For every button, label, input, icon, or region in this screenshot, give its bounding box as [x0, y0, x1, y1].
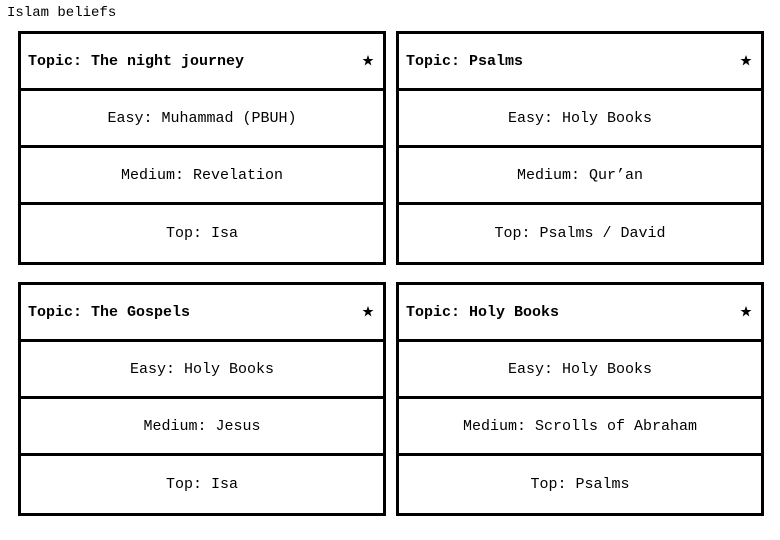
card-header: Topic: The Gospels	[21, 285, 383, 342]
topic-label: Topic: The Gospels	[28, 303, 191, 321]
medium-question[interactable]: Medium: Revelation	[21, 148, 383, 205]
star-and-crescent-icon	[728, 49, 752, 73]
card-header: Topic: Holy Books	[399, 285, 761, 342]
star-and-crescent-icon	[350, 300, 374, 324]
topic-card: Topic: Psalms Easy: Holy Books Medium: Q…	[396, 31, 764, 265]
topic-card: Topic: Holy Books Easy: Holy Books Mediu…	[396, 282, 764, 516]
topic-card: Topic: The Gospels Easy: Holy Books Medi…	[18, 282, 386, 516]
medium-question[interactable]: Medium: Scrolls of Abraham	[399, 399, 761, 456]
top-question[interactable]: Top: Psalms	[399, 456, 761, 512]
top-question[interactable]: Top: Isa	[21, 456, 383, 512]
card-header: Topic: Psalms	[399, 34, 761, 91]
star-and-crescent-icon	[728, 300, 752, 324]
medium-question[interactable]: Medium: Qur’an	[399, 148, 761, 205]
easy-question[interactable]: Easy: Holy Books	[399, 91, 761, 148]
topic-card: Topic: The night journey Easy: Muhammad …	[18, 31, 386, 265]
medium-question[interactable]: Medium: Jesus	[21, 399, 383, 456]
topic-label: Topic: Holy Books	[406, 303, 560, 321]
easy-question[interactable]: Easy: Holy Books	[399, 342, 761, 399]
topic-label: Topic: Psalms	[406, 52, 524, 70]
top-question[interactable]: Top: Psalms / David	[399, 205, 761, 261]
easy-question[interactable]: Easy: Holy Books	[21, 342, 383, 399]
card-header: Topic: The night journey	[21, 34, 383, 91]
top-question[interactable]: Top: Isa	[21, 205, 383, 261]
star-and-crescent-icon	[350, 49, 374, 73]
page-title: Islam beliefs	[7, 5, 117, 21]
easy-question[interactable]: Easy: Muhammad (PBUH)	[21, 91, 383, 148]
topic-label: Topic: The night journey	[28, 52, 245, 70]
